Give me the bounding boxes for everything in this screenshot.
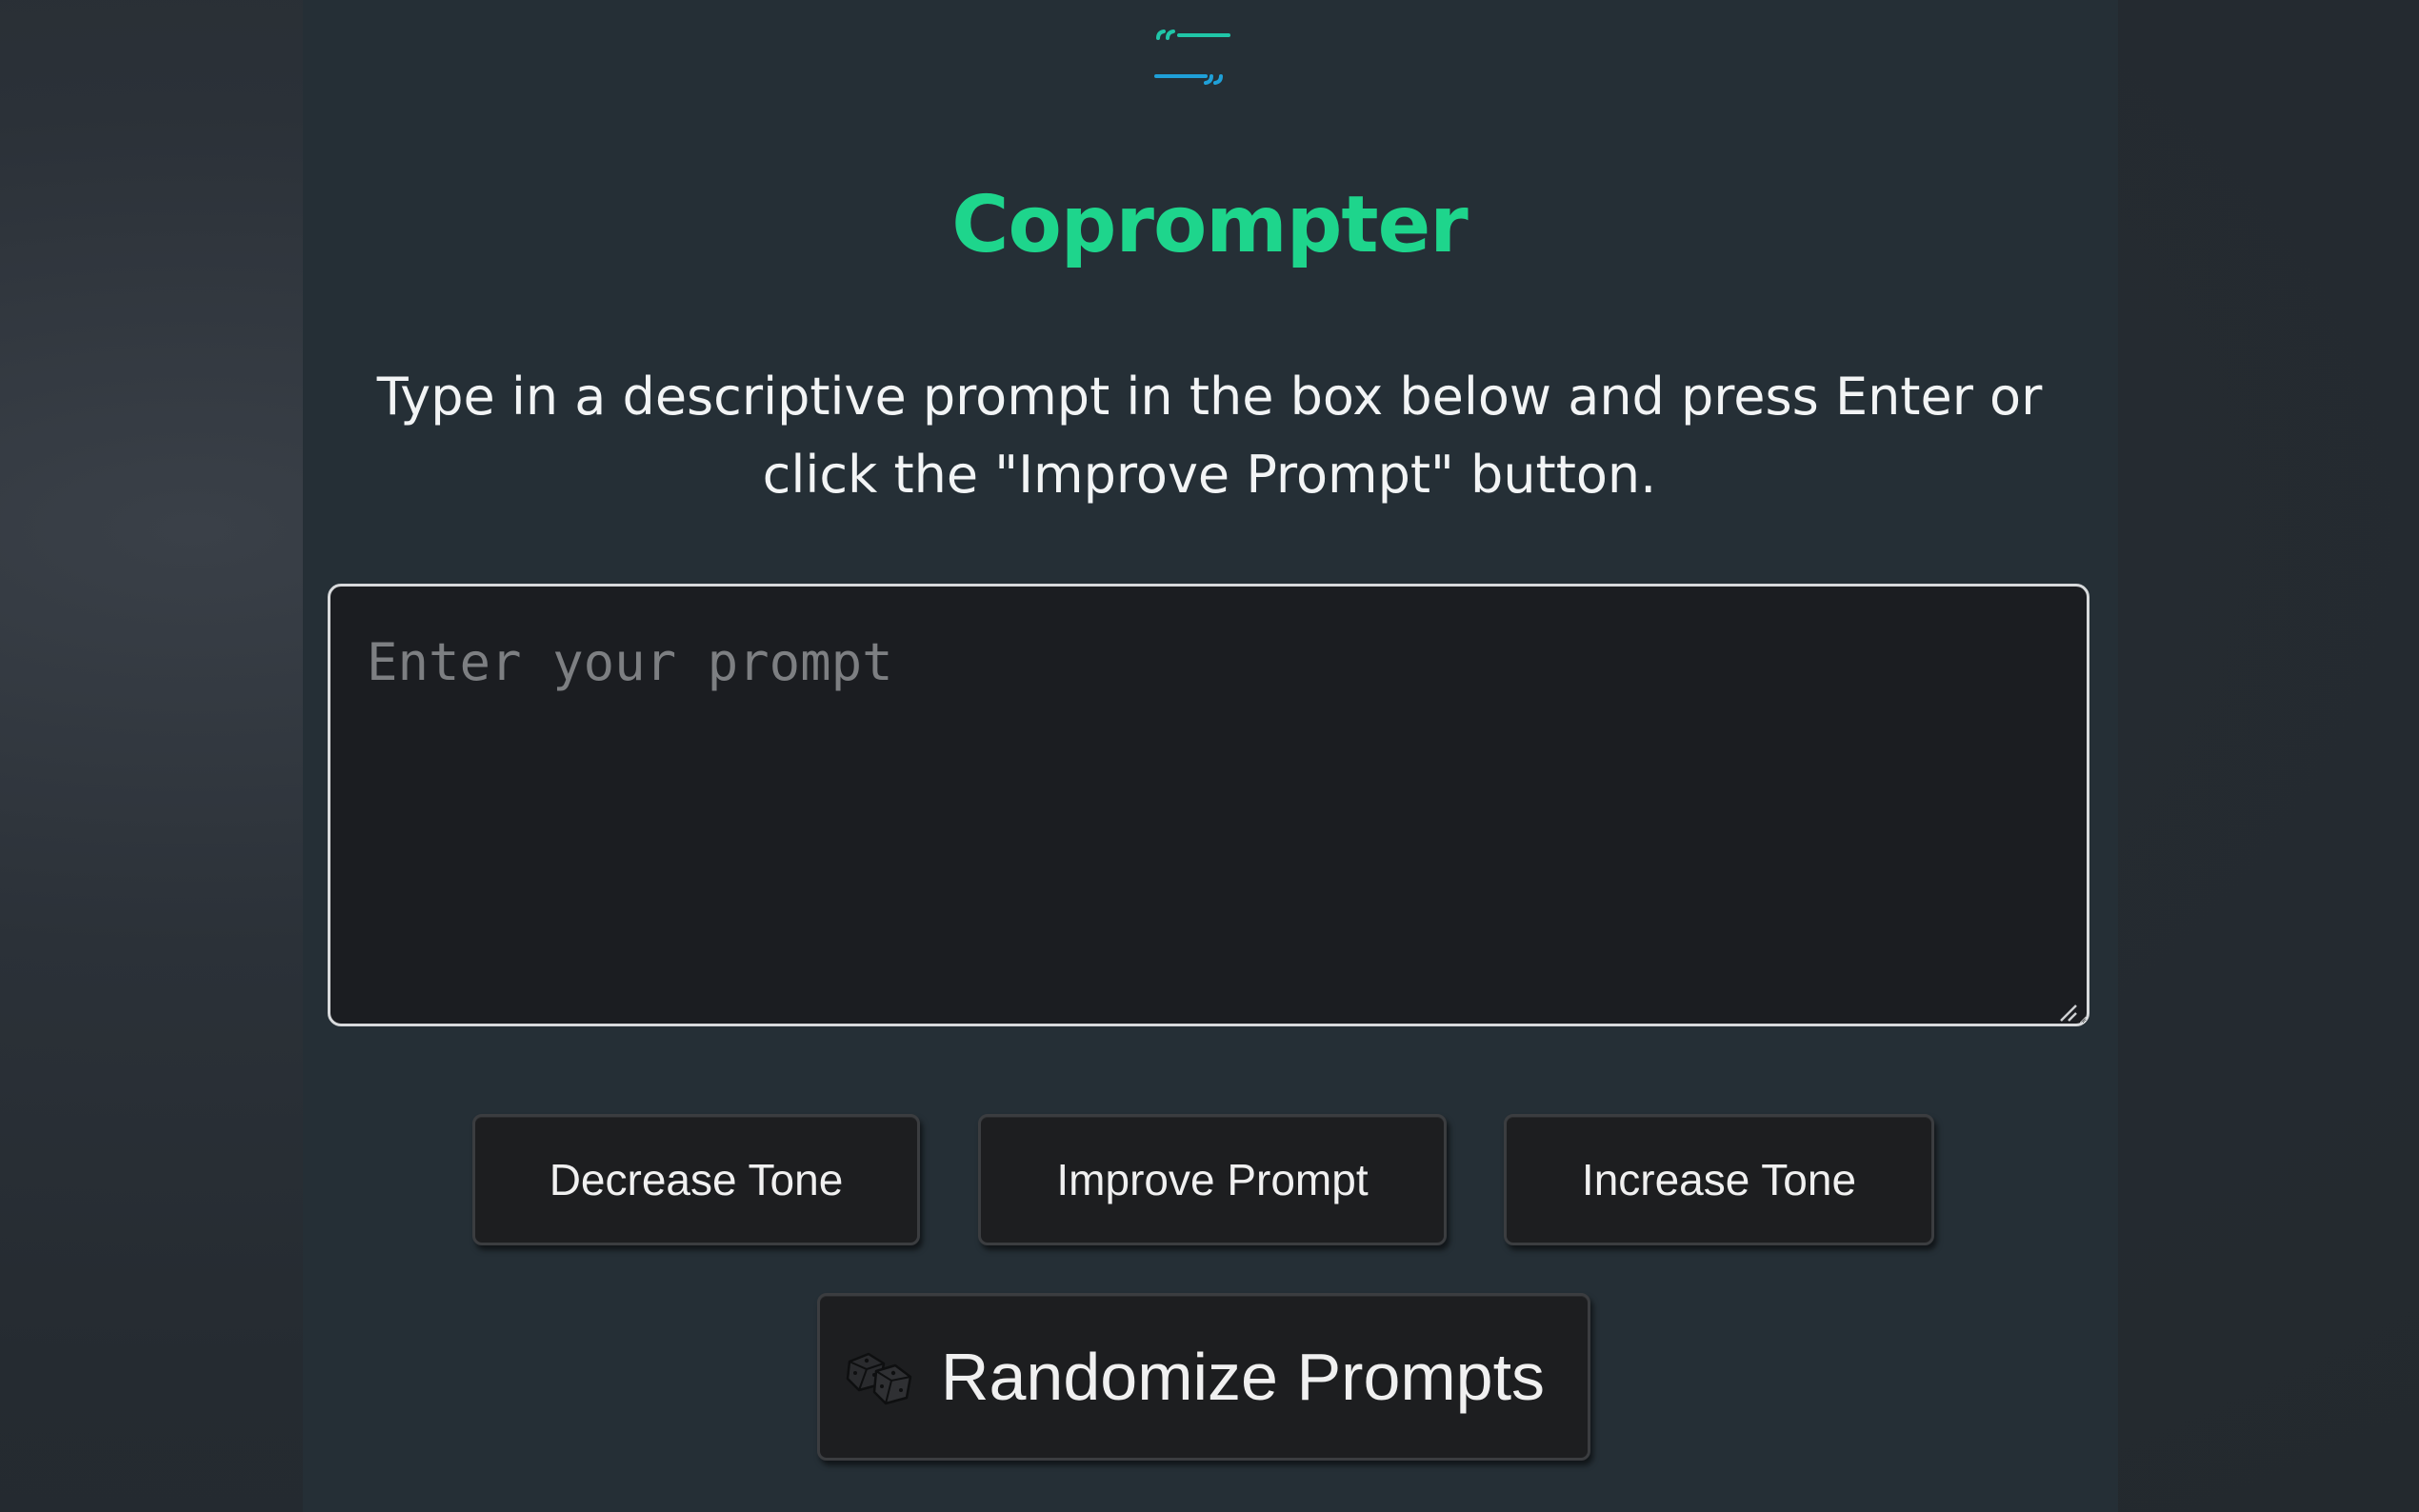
- randomize-prompts-button[interactable]: Randomize Prompts: [817, 1293, 1590, 1461]
- instructions-text: Type in a descriptive prompt in the box …: [376, 367, 2043, 505]
- increase-tone-label: Increase Tone: [1581, 1155, 1857, 1204]
- prompt-input[interactable]: [328, 584, 2089, 1026]
- improve-prompt-label: Improve Prompt: [1056, 1155, 1369, 1204]
- increase-tone-button[interactable]: Increase Tone: [1504, 1114, 1934, 1245]
- resize-grip-icon[interactable]: [2055, 1000, 2078, 1023]
- randomize-prompts-label: Randomize Prompts: [940, 1340, 1546, 1414]
- page-title: Coprompter: [951, 180, 1468, 270]
- decrease-tone-label: Decrease Tone: [549, 1155, 844, 1204]
- dice-icon: [846, 1352, 912, 1405]
- improve-prompt-button[interactable]: Improve Prompt: [978, 1114, 1447, 1245]
- quote-lines-icon: [1154, 30, 1230, 85]
- decrease-tone-button[interactable]: Decrease Tone: [472, 1114, 920, 1245]
